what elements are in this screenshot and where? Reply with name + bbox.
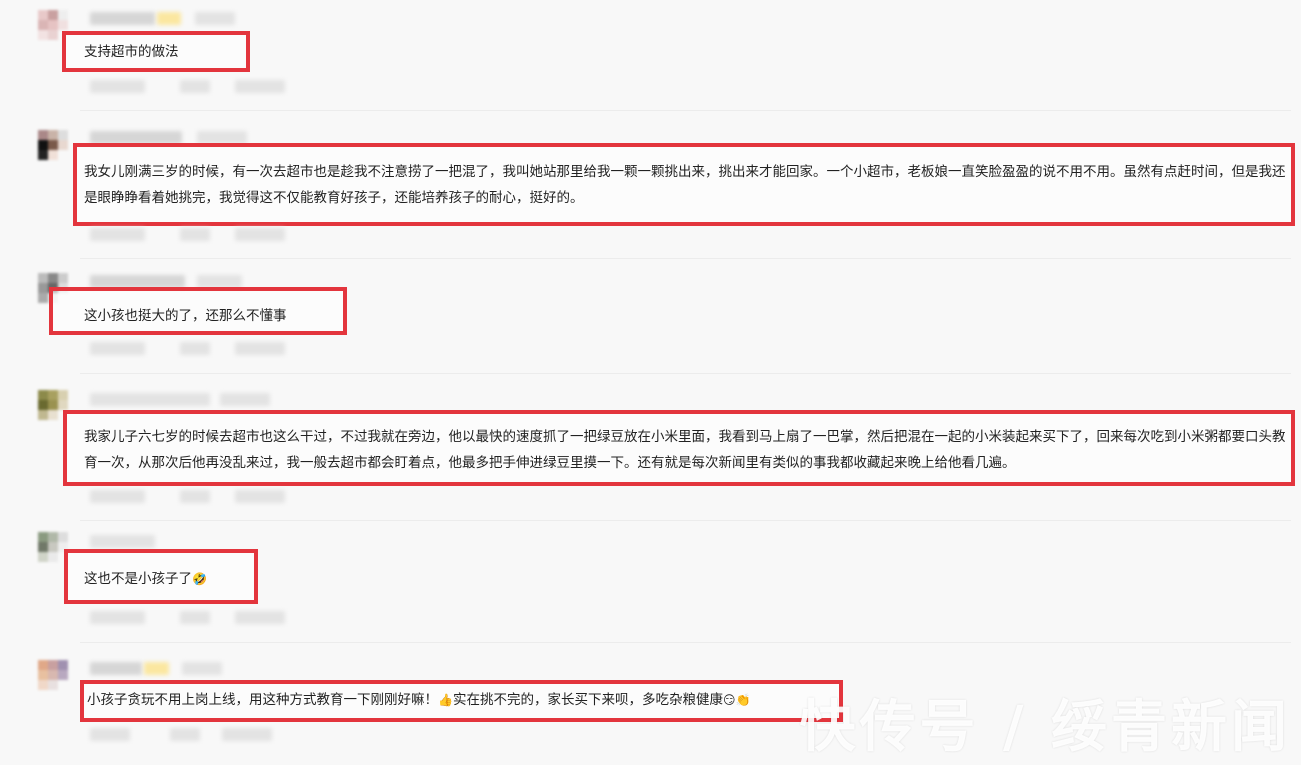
reply-button[interactable] [235,228,285,241]
watermark: 快传号 / 绥青新闻 [799,695,1291,760]
reply-button[interactable] [222,728,272,741]
comment-meta [182,662,222,675]
reply-button[interactable] [235,611,285,624]
smirk-clap-emoji-icon: 😏👏 [722,693,751,707]
user-badge [157,12,181,25]
like-count[interactable] [180,490,210,503]
like-count[interactable] [180,611,210,624]
divider [80,642,1291,643]
username[interactable] [90,393,210,406]
divider [80,373,1291,374]
comment-text: 小孩子贪玩不用上岗上线，用这种方式教育一下刚刚好嘛！👍实在挑不完的，家长买下来呗… [87,687,750,713]
comment-text: 这也不是小孩子了🤣 [84,566,207,592]
avatar[interactable] [38,660,78,700]
comment-text: 我女儿刚满三岁的时候，有一次去超市也是趁我不注意捞了一把混了，我叫她站那里给我一… [84,164,1286,206]
reply-button[interactable] [235,490,285,503]
like-count[interactable] [180,342,210,355]
comment-meta [90,80,145,93]
comment-meta [220,393,270,406]
avatar[interactable] [38,130,78,170]
like-count[interactable] [180,228,210,241]
divider [80,258,1291,259]
username[interactable] [90,12,155,25]
comment-meta [90,728,130,741]
thumbs-up-emoji-icon: 👍 [438,693,453,707]
comment-meta [195,12,235,25]
reply-button[interactable] [235,342,285,355]
divider [80,520,1291,521]
comment-meta [90,342,145,355]
comment-meta [90,490,145,503]
like-count[interactable] [180,80,210,93]
divider [80,110,1291,111]
username[interactable] [90,662,142,675]
comment-text: 我家儿子六七岁的时候去超市也这么干过，不过我就在旁边，他以最快的速度抓了一把绿豆… [84,429,1286,471]
reply-button[interactable] [235,80,285,93]
comment-text-part: 小孩子贪玩不用上岗上线，用这种方式教育一下刚刚好嘛！ [87,692,438,708]
comment-text-body: 这也不是小孩子了 [84,571,192,587]
rofl-emoji-icon: 🤣 [192,572,207,586]
user-badge [144,662,169,675]
like-count[interactable] [170,728,200,741]
username[interactable] [90,535,155,548]
comment-text-part: 实在挑不完的，家长买下来呗，多吃杂粮健康 [452,692,723,708]
comment-text: 支持超市的做法 [84,44,179,60]
comment-meta [90,228,145,241]
comment-text: 这小孩也挺大的了，还那么不懂事 [84,308,287,324]
comment-meta [90,611,145,624]
